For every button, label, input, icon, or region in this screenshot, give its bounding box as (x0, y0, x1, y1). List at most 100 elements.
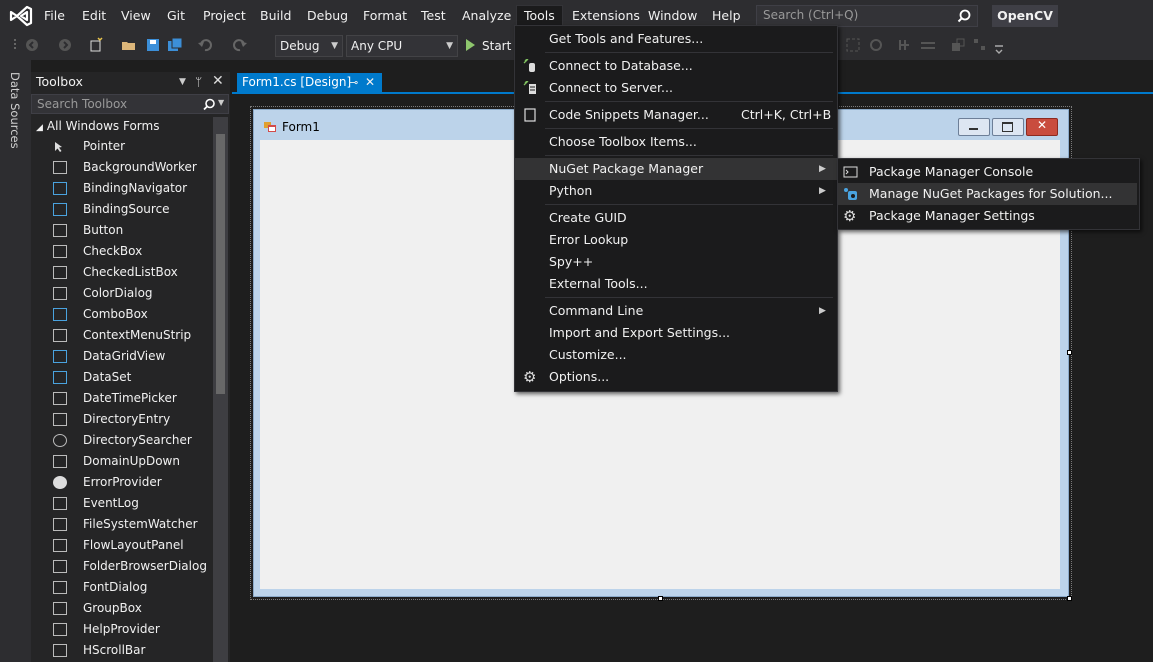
toolbox-item[interactable]: DateTimePicker (48, 388, 213, 409)
menu-separator (545, 297, 833, 298)
toolbox-item[interactable]: EventLog (48, 493, 213, 514)
menu-item-get-tools[interactable]: Get Tools and Features... (515, 28, 837, 50)
toolbox-item[interactable]: FlowLayoutPanel (48, 535, 213, 556)
menu-format[interactable]: Format (356, 6, 414, 26)
resize-handle-corner[interactable] (1067, 596, 1072, 601)
menu-item-nuget[interactable]: NuGet Package Manager ▶ (515, 158, 837, 180)
toolbar-grip-icon[interactable] (8, 37, 24, 53)
menu-help[interactable]: Help (705, 6, 748, 26)
toolbox-item[interactable]: DataGridView (48, 346, 213, 367)
menu-item-command-line[interactable]: Command Line ▶ (515, 300, 837, 322)
toolbox-search-input[interactable]: Search Toolbox ▼ (31, 94, 229, 114)
open-file-icon[interactable] (121, 37, 137, 53)
toolbox-item[interactable]: Pointer (48, 136, 213, 157)
menu-item-spy[interactable]: Spy++ (515, 251, 837, 273)
toolbox-item[interactable]: CheckBox (48, 241, 213, 262)
close-icon[interactable]: ✕ (365, 73, 375, 92)
font-dialog-icon (53, 581, 67, 594)
menu-tools[interactable]: Tools (516, 5, 563, 27)
solution-platform-combo[interactable]: Any CPU ▼ (346, 35, 458, 57)
directory-searcher-icon (53, 434, 67, 447)
menu-build[interactable]: Build (253, 6, 298, 26)
close-icon[interactable]: ✕ (212, 71, 224, 91)
menu-item-package-manager-console[interactable]: Package Manager Console (838, 161, 1137, 183)
menu-item-connect-database[interactable]: Connect to Database... (515, 55, 837, 77)
menu-item-code-snippets[interactable]: Code Snippets Manager... Ctrl+K, Ctrl+B (515, 104, 837, 126)
new-project-icon[interactable] (88, 37, 104, 53)
menu-analyze[interactable]: Analyze (455, 6, 518, 26)
maximize-button[interactable] (992, 118, 1024, 136)
toolbox-item[interactable]: ColorDialog (48, 283, 213, 304)
pin-icon[interactable]: ᛘ (195, 72, 202, 92)
toolbox-item[interactable]: ErrorProvider (48, 472, 213, 493)
distribute-icon[interactable] (920, 37, 936, 53)
menu-project[interactable]: Project (196, 6, 253, 26)
menu-item-python[interactable]: Python ▶ (515, 180, 837, 202)
toolbox-item[interactable]: FileSystemWatcher (48, 514, 213, 535)
toolbox-item[interactable]: FontDialog (48, 577, 213, 598)
menu-test[interactable]: Test (414, 6, 453, 26)
toolbox-item[interactable]: HScrollBar (48, 640, 213, 661)
menu-view[interactable]: View (114, 6, 158, 26)
toolbox-item[interactable]: DirectoryEntry (48, 409, 213, 430)
toolbox-item[interactable]: HelpProvider (48, 619, 213, 640)
menu-edit[interactable]: Edit (75, 6, 113, 26)
toolbox-item[interactable]: DirectorySearcher (48, 430, 213, 451)
toolbox-group-header[interactable]: ◢ All Windows Forms (36, 117, 159, 135)
menu-git[interactable]: Git (160, 6, 192, 26)
pin-tab-icon[interactable]: ⊸ (349, 73, 358, 92)
redo-icon[interactable] (232, 37, 248, 53)
menu-item-choose-toolbox[interactable]: Choose Toolbox Items... (515, 131, 837, 153)
window-menu-dropdown-icon[interactable]: ▼ (179, 72, 186, 92)
save-icon[interactable] (145, 37, 161, 53)
menu-item-external-tools[interactable]: External Tools... (515, 273, 837, 295)
toolbox-item[interactable]: ComboBox (48, 304, 213, 325)
toolbox-item[interactable]: GroupBox (48, 598, 213, 619)
lock-controls-icon[interactable] (868, 37, 884, 53)
tab-order-icon[interactable] (972, 37, 988, 53)
toolbox-group-label: All Windows Forms (46, 119, 160, 133)
menu-item-create-guid[interactable]: Create GUID (515, 207, 837, 229)
resize-handle-right[interactable] (1067, 350, 1072, 355)
menu-extensions[interactable]: Extensions (565, 6, 647, 26)
start-debugging-button[interactable]: Start (466, 36, 511, 56)
toolbox-item[interactable]: Button (48, 220, 213, 241)
close-button[interactable]: ✕ (1026, 118, 1058, 136)
menu-item-error-lookup[interactable]: Error Lookup (515, 229, 837, 251)
navigate-back-icon[interactable] (24, 37, 40, 53)
menu-item-customize[interactable]: Customize... (515, 344, 837, 366)
toolbox-item[interactable]: BindingSource (48, 199, 213, 220)
menu-file[interactable]: File (37, 6, 72, 26)
resize-handle-bottom[interactable] (658, 596, 663, 601)
menu-window[interactable]: Window (641, 6, 704, 26)
toolbox-item[interactable]: DomainUpDown (48, 451, 213, 472)
menu-item-connect-server[interactable]: Connect to Server... (515, 77, 837, 99)
toolbox-item[interactable]: BackgroundWorker (48, 157, 213, 178)
toolbox-item[interactable]: BindingNavigator (48, 178, 213, 199)
connect-database-icon (523, 59, 535, 72)
toolbox-item[interactable]: ContextMenuStrip (48, 325, 213, 346)
toolbox-item[interactable]: FolderBrowserDialog (48, 556, 213, 577)
menu-item-options[interactable]: ⚙ Options... (515, 366, 837, 388)
toolbox-scroll-thumb[interactable] (216, 134, 225, 394)
toolbox-item[interactable]: DataSet (48, 367, 213, 388)
toolbar-options-icon[interactable] (992, 42, 1008, 58)
minimize-button[interactable] (958, 118, 990, 136)
save-all-icon[interactable] (167, 37, 183, 53)
menu-item-manage-nuget-packages[interactable]: Manage NuGet Packages for Solution... (838, 183, 1137, 205)
chevron-down-icon[interactable]: ▼ (218, 98, 224, 107)
undo-icon[interactable] (197, 37, 213, 53)
solution-configuration-combo[interactable]: Debug ▼ (275, 35, 343, 57)
fullscreen-icon[interactable] (845, 37, 861, 53)
menu-item-import-export[interactable]: Import and Export Settings... (515, 322, 837, 344)
navigate-forward-icon[interactable] (57, 37, 73, 53)
search-input[interactable]: Search (Ctrl+Q) (756, 5, 978, 27)
data-sources-tab[interactable]: Data Sources (8, 72, 24, 162)
tab-form1-design[interactable]: Form1.cs [Design] ⊸ ✕ (237, 73, 382, 92)
menu-debug[interactable]: Debug (300, 6, 355, 26)
bring-to-front-icon[interactable] (950, 37, 966, 53)
menu-item-package-manager-settings[interactable]: ⚙ Package Manager Settings (838, 205, 1137, 227)
align-icon[interactable] (897, 37, 913, 53)
visual-studio-logo-icon[interactable] (8, 5, 34, 27)
toolbox-item[interactable]: CheckedListBox (48, 262, 213, 283)
